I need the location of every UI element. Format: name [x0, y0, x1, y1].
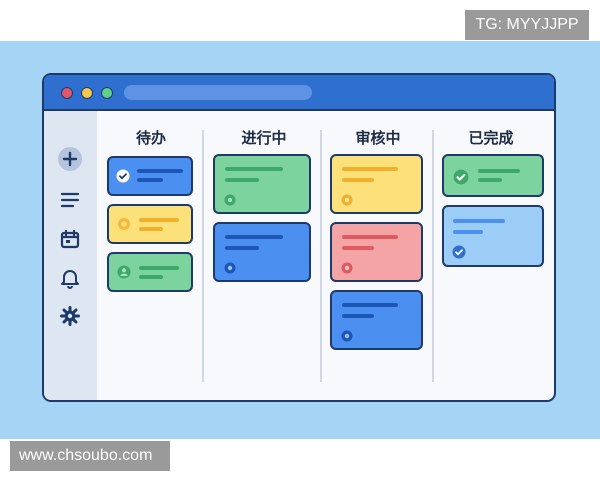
card-title-line [137, 169, 183, 173]
dot-icon [341, 194, 353, 206]
watermark-bottom: www.chsoubo.com [10, 441, 170, 471]
card-subtitle-line [137, 178, 163, 182]
card-subtitle-line [342, 314, 374, 318]
gear-icon[interactable] [57, 303, 83, 329]
circle-icon [118, 218, 130, 230]
check-circle-icon [452, 245, 466, 259]
card-title-line [139, 266, 179, 270]
check-circle-icon [116, 169, 130, 183]
dot-icon [341, 330, 353, 342]
card-subtitle-line [453, 230, 483, 234]
card-subtitle-line [342, 246, 374, 250]
app-window: 待办 进行中 审核中 已完成 [42, 73, 556, 402]
card-title-line [342, 235, 398, 239]
dot-icon [341, 262, 353, 274]
card-subtitle-line [478, 178, 502, 182]
column-title-done: 已完成 [468, 129, 514, 147]
column-divider [432, 130, 434, 382]
check-circle-icon [453, 169, 469, 185]
card-title-line [478, 169, 520, 173]
column-title-todo: 待办 [135, 129, 166, 147]
calendar-icon[interactable] [57, 226, 83, 252]
card-subtitle-line [139, 227, 163, 231]
close-dot[interactable] [61, 87, 73, 99]
task-card[interactable] [330, 154, 423, 214]
card-subtitle-line [225, 246, 259, 250]
card-title-line [225, 235, 283, 239]
card-title-line [453, 219, 505, 223]
column-divider [202, 130, 204, 382]
column-divider [320, 130, 322, 382]
card-title-line [342, 167, 398, 171]
task-card[interactable] [107, 252, 193, 292]
task-card[interactable] [213, 154, 311, 214]
card-title-line [342, 303, 398, 307]
task-card[interactable] [213, 222, 311, 282]
dot-icon [224, 194, 236, 206]
bell-icon[interactable] [57, 265, 83, 291]
list-icon[interactable] [57, 187, 83, 213]
column-title-in-progress: 进行中 [241, 129, 287, 147]
task-card[interactable] [107, 204, 193, 244]
card-subtitle-line [342, 178, 374, 182]
maximize-dot[interactable] [101, 87, 113, 99]
sidebar [44, 111, 97, 400]
task-card[interactable] [330, 290, 423, 350]
card-title-line [139, 218, 179, 222]
task-card[interactable] [107, 156, 193, 196]
task-card[interactable] [442, 154, 544, 197]
task-card[interactable] [442, 205, 544, 267]
title-bar [44, 75, 554, 111]
address-bar[interactable] [124, 85, 312, 100]
user-icon [117, 265, 131, 279]
minimize-dot[interactable] [81, 87, 93, 99]
plus-icon[interactable] [57, 146, 83, 172]
dot-icon [224, 262, 236, 274]
watermark-top: TG: MYYJJPP [465, 10, 589, 40]
card-subtitle-line [139, 275, 163, 279]
task-card[interactable] [330, 222, 423, 282]
column-title-review: 审核中 [355, 129, 401, 147]
card-subtitle-line [225, 178, 259, 182]
card-title-line [225, 167, 283, 171]
